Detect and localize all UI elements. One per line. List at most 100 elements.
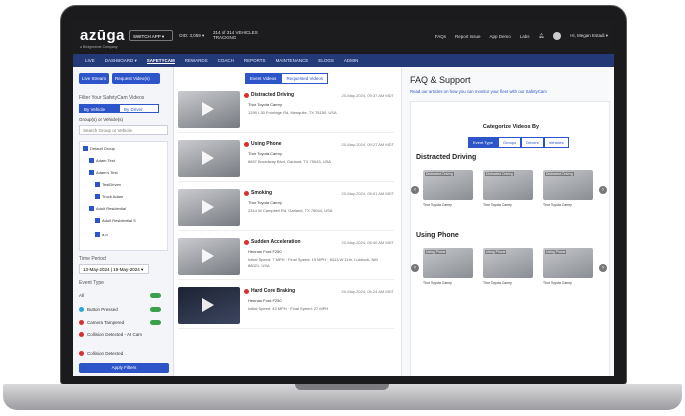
tree-item[interactable]: Default Group xyxy=(83,146,115,151)
tree-item[interactable]: Adult Residential S xyxy=(95,218,136,223)
event-date: 20-May-2024, 09:37 AM MDT xyxy=(341,93,394,98)
checkbox-icon[interactable] xyxy=(89,170,94,175)
play-icon[interactable] xyxy=(202,102,214,116)
event-dot-icon xyxy=(244,239,249,245)
checkbox-icon[interactable] xyxy=(83,146,88,151)
event-address: 2314 W Campbell Rd, Garland, TX 75044, U… xyxy=(248,208,333,213)
checkbox-icon[interactable] xyxy=(95,232,100,237)
checkbox-icon[interactable] xyxy=(95,218,100,223)
app-demo-link[interactable]: App Demo xyxy=(489,34,510,39)
tree-item[interactable]: Adult Residential xyxy=(89,206,126,211)
vehicle-name: Hennan Ford F250 xyxy=(248,249,282,254)
nav-reports[interactable]: REPORTS xyxy=(244,58,266,63)
faq-link[interactable]: Read our articles on how you can monitor… xyxy=(410,89,547,94)
cat-tab-event-type[interactable]: Event Type xyxy=(468,137,498,148)
play-icon[interactable] xyxy=(202,200,214,214)
top-links: FAQs Report Issue App Demo Labs 🔔︎ Hi, M… xyxy=(435,32,608,40)
video-thumbnail[interactable] xyxy=(178,140,240,177)
filter-sidebar: Live Stream Request Video(s) Filter Your… xyxy=(73,67,174,376)
nav-admin[interactable]: ADMIN xyxy=(344,58,359,63)
apply-filters-button[interactable]: Apply Filters xyxy=(79,363,169,373)
azuga-logo[interactable]: azūga xyxy=(80,27,125,44)
video-thumbnail[interactable] xyxy=(178,287,240,324)
mini-video[interactable]: Using Phone Thor Toyota Camry xyxy=(423,248,473,288)
obd-selector[interactable]: OID: 3,059 ▾ xyxy=(179,33,204,39)
nav-rewards[interactable]: REWARDS xyxy=(185,58,208,63)
event-filter-row[interactable]: Camera Tampered xyxy=(79,320,165,325)
chevron-left-icon[interactable]: ‹ xyxy=(411,186,419,194)
app-screen: azūga a Bridgestone Company SWITCH APP ▾… xyxy=(73,20,614,376)
live-stream-button[interactable]: Live Stream xyxy=(79,73,109,84)
event-filter-row[interactable]: Collision Detected - AI Cam xyxy=(79,332,149,337)
report-issue-link[interactable]: Report Issue xyxy=(455,34,481,39)
tree-item[interactable]: Adam's Test xyxy=(89,170,118,175)
play-icon[interactable] xyxy=(202,151,214,165)
nav-live[interactable]: LIVE xyxy=(85,58,95,63)
play-icon[interactable] xyxy=(202,298,214,312)
chevron-right-icon[interactable]: › xyxy=(599,264,607,272)
cat-tab-vehicles[interactable]: Vehicles xyxy=(543,137,569,148)
categorize-box: Categorize Videos By Event Type Groups D… xyxy=(410,101,610,376)
faq-panel: FAQ & Support Read our articles on how y… xyxy=(402,67,614,376)
event-card[interactable]: Sudden Acceleration 20-May-2024, 05:40 A… xyxy=(178,236,394,280)
faqs-link[interactable]: FAQs xyxy=(435,34,446,39)
vehicle-name: Hennan Ford F250 xyxy=(248,298,282,303)
checkbox-icon[interactable] xyxy=(95,194,100,199)
event-card[interactable]: Hard Core Braking 20-May-2024, 05:24 AM … xyxy=(178,285,394,329)
mini-video[interactable]: Distracted Driving Thor Toyota Camry xyxy=(543,170,593,210)
nav-coach[interactable]: COACH xyxy=(218,58,234,63)
video-thumbnail[interactable] xyxy=(178,91,240,128)
tab-requested-videos[interactable]: Requested Videos xyxy=(281,73,329,84)
checkbox-icon[interactable] xyxy=(95,182,100,187)
switch-app-button[interactable]: SWITCH APP ▾ xyxy=(129,30,173,41)
user-menu[interactable]: Hi, Megan Estadi ▾ xyxy=(570,33,608,39)
time-period-select[interactable]: 13-May-2024 | 19-May-2024 ▾ xyxy=(79,264,149,274)
checkbox-icon[interactable] xyxy=(89,158,94,163)
event-address: Initial Speed: 7 MPH · Final Speed: 19 M… xyxy=(248,257,378,268)
tree-item[interactable]: Adam Test xyxy=(89,158,115,163)
toggle-switch[interactable] xyxy=(150,293,161,298)
event-dot-icon xyxy=(244,288,249,294)
request-videos-button[interactable]: Request Video(s) xyxy=(112,73,160,84)
event-date: 20-May-2024, 09:27 AM MDT xyxy=(341,142,394,147)
time-period-label: Time Period xyxy=(79,256,106,262)
mini-video[interactable]: Distracted Driving Thor Toyota Camry xyxy=(483,170,533,210)
laptop-frame: azūga a Bridgestone Company SWITCH APP ▾… xyxy=(0,0,685,416)
play-icon[interactable] xyxy=(202,249,214,263)
labs-link[interactable]: Labs xyxy=(520,34,530,39)
event-dot-icon xyxy=(244,141,249,147)
event-filter-row[interactable]: Button Pressed xyxy=(79,307,165,312)
mini-video[interactable]: Using Phone Thor Toyota Camry xyxy=(483,248,533,288)
video-thumbnail[interactable] xyxy=(178,189,240,226)
logo-subtitle: a Bridgestone Company xyxy=(80,45,118,49)
cat-tab-drivers[interactable]: Drivers xyxy=(521,137,544,148)
cat-tab-groups[interactable]: Groups xyxy=(497,137,522,148)
toggle-switch[interactable] xyxy=(150,320,161,325)
event-card[interactable]: Using Phone 20-May-2024, 09:27 AM MDT Th… xyxy=(178,138,394,182)
bell-icon[interactable]: 🔔︎ xyxy=(539,33,545,39)
event-card[interactable]: Distracted Driving 20-May-2024, 09:37 AM… xyxy=(178,89,394,133)
nav-safetycam[interactable]: SAFETYCAM xyxy=(146,58,175,64)
toggle-switch[interactable] xyxy=(150,307,161,312)
event-card[interactable]: Smoking 20-May-2024, 09:01 AM MDT Thor T… xyxy=(178,187,394,231)
avatar[interactable] xyxy=(553,32,562,40)
video-thumbnail[interactable] xyxy=(178,238,240,275)
chevron-right-icon[interactable]: › xyxy=(599,186,607,194)
checkbox-icon[interactable] xyxy=(89,206,94,211)
tab-event-videos[interactable]: Event Videos xyxy=(245,73,282,84)
group-search-input[interactable] xyxy=(79,125,168,135)
by-driver-toggle[interactable]: By Driver xyxy=(119,104,159,113)
mini-video[interactable]: Using Phone Thor Toyota Camry xyxy=(543,248,593,288)
nav-maintenance[interactable]: MAINTENANCE xyxy=(276,58,309,63)
event-filter-row[interactable]: All xyxy=(79,293,165,298)
tree-item[interactable]: TestDriven xyxy=(95,182,121,187)
divider xyxy=(178,328,394,329)
mini-video[interactable]: Distracted Driving Thor Toyota Camry xyxy=(423,170,473,210)
tree-item[interactable]: a-n xyxy=(95,232,108,237)
by-vehicle-toggle[interactable]: By Vehicle xyxy=(79,104,119,113)
nav-dashboard[interactable]: DASHBOARD ▾ xyxy=(105,58,137,64)
event-filter-row[interactable]: Collision Detected xyxy=(79,351,165,356)
tree-item[interactable]: Truck Adam xyxy=(95,194,123,199)
chevron-left-icon[interactable]: ‹ xyxy=(411,264,419,272)
nav-elogs[interactable]: ELOGS xyxy=(318,58,334,63)
